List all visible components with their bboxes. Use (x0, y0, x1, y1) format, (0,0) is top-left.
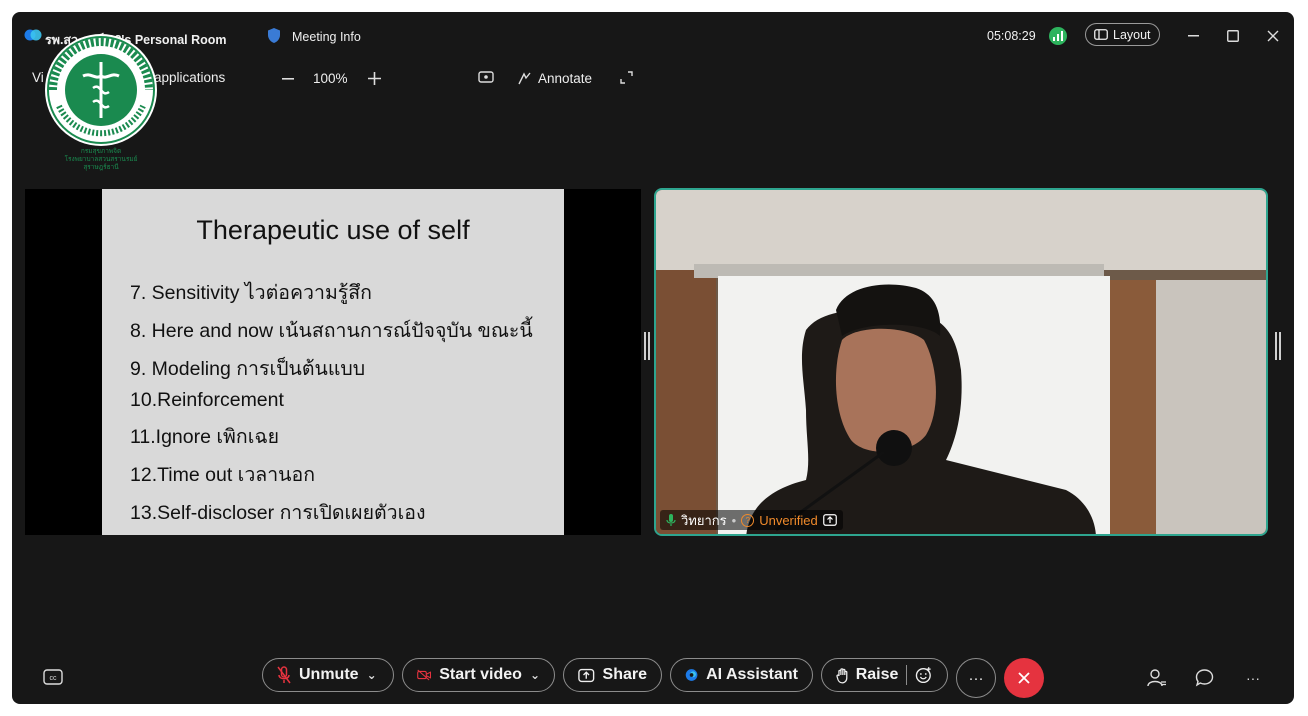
meeting-info-link[interactable]: Meeting Info (292, 30, 361, 44)
logo-caption-3: สุราษฎร์ธานี (83, 164, 119, 171)
ai-assistant-button[interactable]: AI Assistant (670, 658, 813, 692)
ministry-logo: กรมสุขภาพจิต โรงพยาบาลสวนสรานรมย์ สุราษฎ… (43, 32, 159, 182)
share-screen-icon (578, 668, 595, 682)
layout-icon (1094, 29, 1108, 40)
annotate-button[interactable]: Annotate (538, 71, 592, 86)
slide-title: Therapeutic use of self (196, 215, 470, 245)
microphone-muted-icon (277, 666, 291, 684)
maximize-icon[interactable] (1227, 30, 1239, 42)
left-splitter-handle[interactable] (644, 332, 650, 360)
more-apps-icon[interactable]: ··· (1246, 670, 1260, 686)
close-icon (1018, 672, 1030, 684)
chevron-down-icon[interactable]: ⌄ (530, 668, 540, 682)
close-icon[interactable] (1267, 30, 1279, 42)
share-button[interactable]: Share (563, 658, 662, 692)
slide-line: 8. Here and now เน้นสถานการณ์ปัจจุบัน ขณ… (130, 320, 533, 342)
slide-line: 11.Ignore เพิกเฉย (130, 426, 280, 448)
meeting-window: รพ.สว...มย์ 02's Personal Room Meeting I… (12, 12, 1294, 704)
view-menu[interactable]: Vi (32, 70, 44, 85)
unmute-button[interactable]: Unmute ⌄ (262, 658, 394, 692)
microphone-on-icon (666, 514, 676, 526)
logo-caption-1: กรมสุขภาพจิต (80, 148, 122, 155)
unverified-icon: ? (741, 513, 755, 527)
slide-line: 12.Time out เวลานอก (130, 464, 316, 486)
unmute-label: Unmute (299, 666, 359, 683)
leave-meeting-button[interactable] (1004, 658, 1044, 698)
start-video-button[interactable]: Start video ⌄ (402, 658, 555, 692)
presentation-slide: Therapeutic use of self 7. Sensitivity ไ… (102, 189, 564, 535)
more-options-button[interactable]: ··· (956, 658, 996, 698)
slide-line: 7. Sensitivity ไวต่อความรู้สึก (130, 282, 372, 304)
raise-reactions-group[interactable]: Raise (821, 658, 948, 692)
slide-line: 10.Reinforcement (130, 389, 284, 411)
participant-video-frame (656, 190, 1266, 534)
slide-line: 13.Self-discloser การเปิดเผยตัวเอง (130, 502, 426, 524)
unverified-status: Unverified (759, 512, 818, 528)
shield-icon[interactable] (267, 27, 281, 44)
share-label: Share (602, 666, 647, 683)
layout-label: Layout (1113, 27, 1151, 42)
title-bar: รพ.สว...มย์ 02's Personal Room Meeting I… (12, 12, 1294, 56)
logo-caption-2: โรงพยาบาลสวนสรานรมย์ (64, 156, 138, 163)
participants-icon[interactable] (1147, 668, 1167, 688)
shared-content-area[interactable]: Therapeutic use of self 7. Sensitivity ไ… (25, 189, 641, 535)
remote-control-icon[interactable] (478, 71, 494, 85)
fullscreen-icon[interactable] (620, 71, 633, 84)
raise-hand-icon[interactable] (836, 667, 850, 684)
start-video-label: Start video (439, 666, 522, 683)
layout-button[interactable]: Layout (1085, 23, 1160, 46)
reactions-icon[interactable] (915, 666, 933, 684)
network-signal-icon[interactable] (1049, 27, 1067, 45)
zoom-in-icon[interactable] (368, 72, 381, 85)
minimize-icon[interactable] (1188, 35, 1199, 37)
raise-label[interactable]: Raise (856, 666, 899, 684)
divider (906, 665, 908, 685)
ai-assistant-icon (685, 669, 698, 681)
annotate-icon[interactable] (518, 72, 532, 85)
ministry-seal-icon (45, 34, 157, 146)
ai-assistant-label: AI Assistant (706, 666, 798, 683)
meeting-timer: 05:08:29 (987, 29, 1036, 43)
participant-video-tile[interactable]: วิทยากร • ? Unverified (654, 188, 1268, 536)
zoom-level: 100% (313, 71, 348, 86)
participant-name: วิทยากร (681, 512, 727, 528)
zoom-out-icon[interactable] (282, 78, 294, 80)
applications-menu[interactable]: applications (154, 70, 225, 85)
closed-captions-icon[interactable]: cc (43, 669, 63, 685)
slide-line: 9. Modeling การเป็นต้นแบบ (130, 358, 366, 380)
webex-logo-icon (24, 29, 42, 41)
participant-name-tag: วิทยากร • ? Unverified (660, 510, 843, 530)
right-splitter-handle[interactable] (1275, 332, 1281, 360)
svg-text:cc: cc (50, 675, 58, 682)
video-off-icon (417, 669, 432, 681)
chat-icon[interactable] (1195, 668, 1214, 687)
share-indicator-icon (822, 514, 837, 526)
chevron-down-icon[interactable]: ⌄ (367, 668, 377, 682)
